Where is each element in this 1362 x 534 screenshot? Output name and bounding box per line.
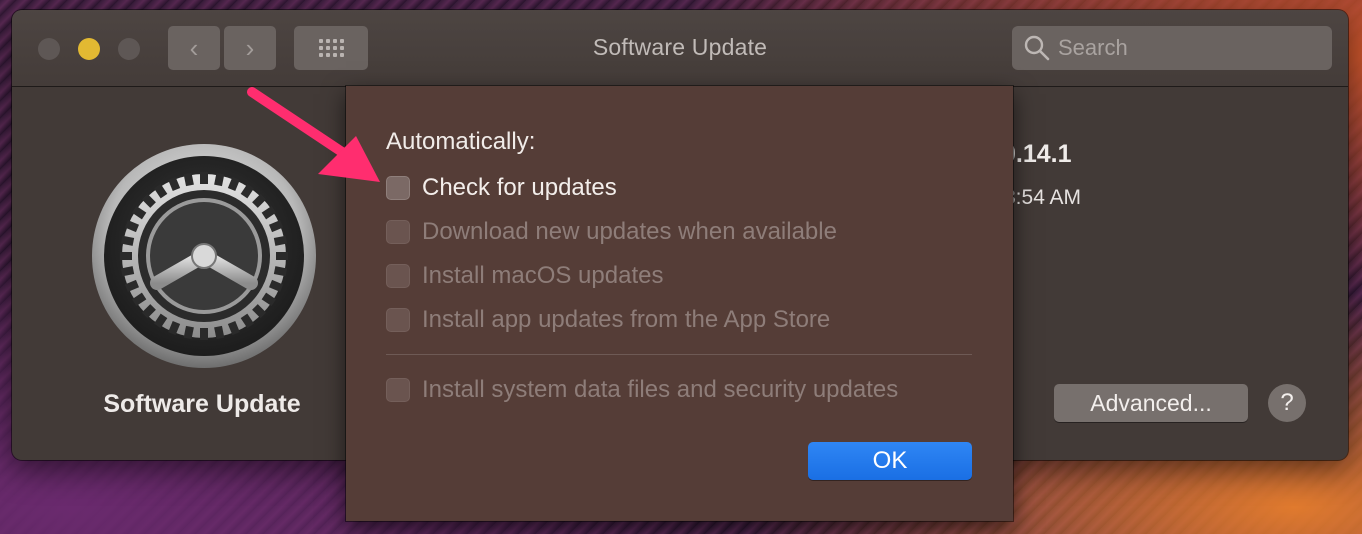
divider [386, 354, 972, 355]
check-for-updates-checkbox[interactable]: Check for updates [386, 174, 617, 202]
automatically-heading: Automatically: [386, 128, 536, 155]
install-system-data-checkbox: Install system data files and security u… [386, 376, 898, 404]
search-icon [1024, 35, 1050, 61]
checkbox-box [386, 264, 410, 288]
ok-button[interactable]: OK [808, 442, 972, 480]
advanced-settings-sheet: Automatically: Check for updates Downloa… [346, 86, 1013, 521]
checkbox-label: Check for updates [422, 174, 617, 201]
search-placeholder: Search [1058, 35, 1128, 60]
download-updates-checkbox: Download new updates when available [386, 218, 837, 246]
checkbox-box [386, 220, 410, 244]
annotation-arrow-icon [247, 87, 380, 182]
help-button[interactable]: ? [1268, 384, 1306, 422]
checkbox-box [386, 308, 410, 332]
checkbox-label: Download new updates when available [422, 218, 837, 245]
search-field[interactable]: Search [1012, 26, 1332, 70]
checkbox-label: Install macOS updates [422, 262, 664, 289]
checkbox-label: Install app updates from the App Store [422, 306, 831, 333]
advanced-button[interactable]: Advanced... [1054, 384, 1248, 422]
checkbox-box [386, 378, 410, 402]
checkbox-label: Install system data files and security u… [422, 376, 899, 403]
title-bar[interactable]: ‹ › Software Update Search [12, 10, 1348, 87]
install-macos-updates-checkbox: Install macOS updates [386, 262, 663, 290]
install-app-updates-checkbox: Install app updates from the App Store [386, 306, 830, 334]
last-checked-time: 3:54 AM [1004, 186, 1082, 209]
pane-title: Software Update [103, 390, 301, 418]
